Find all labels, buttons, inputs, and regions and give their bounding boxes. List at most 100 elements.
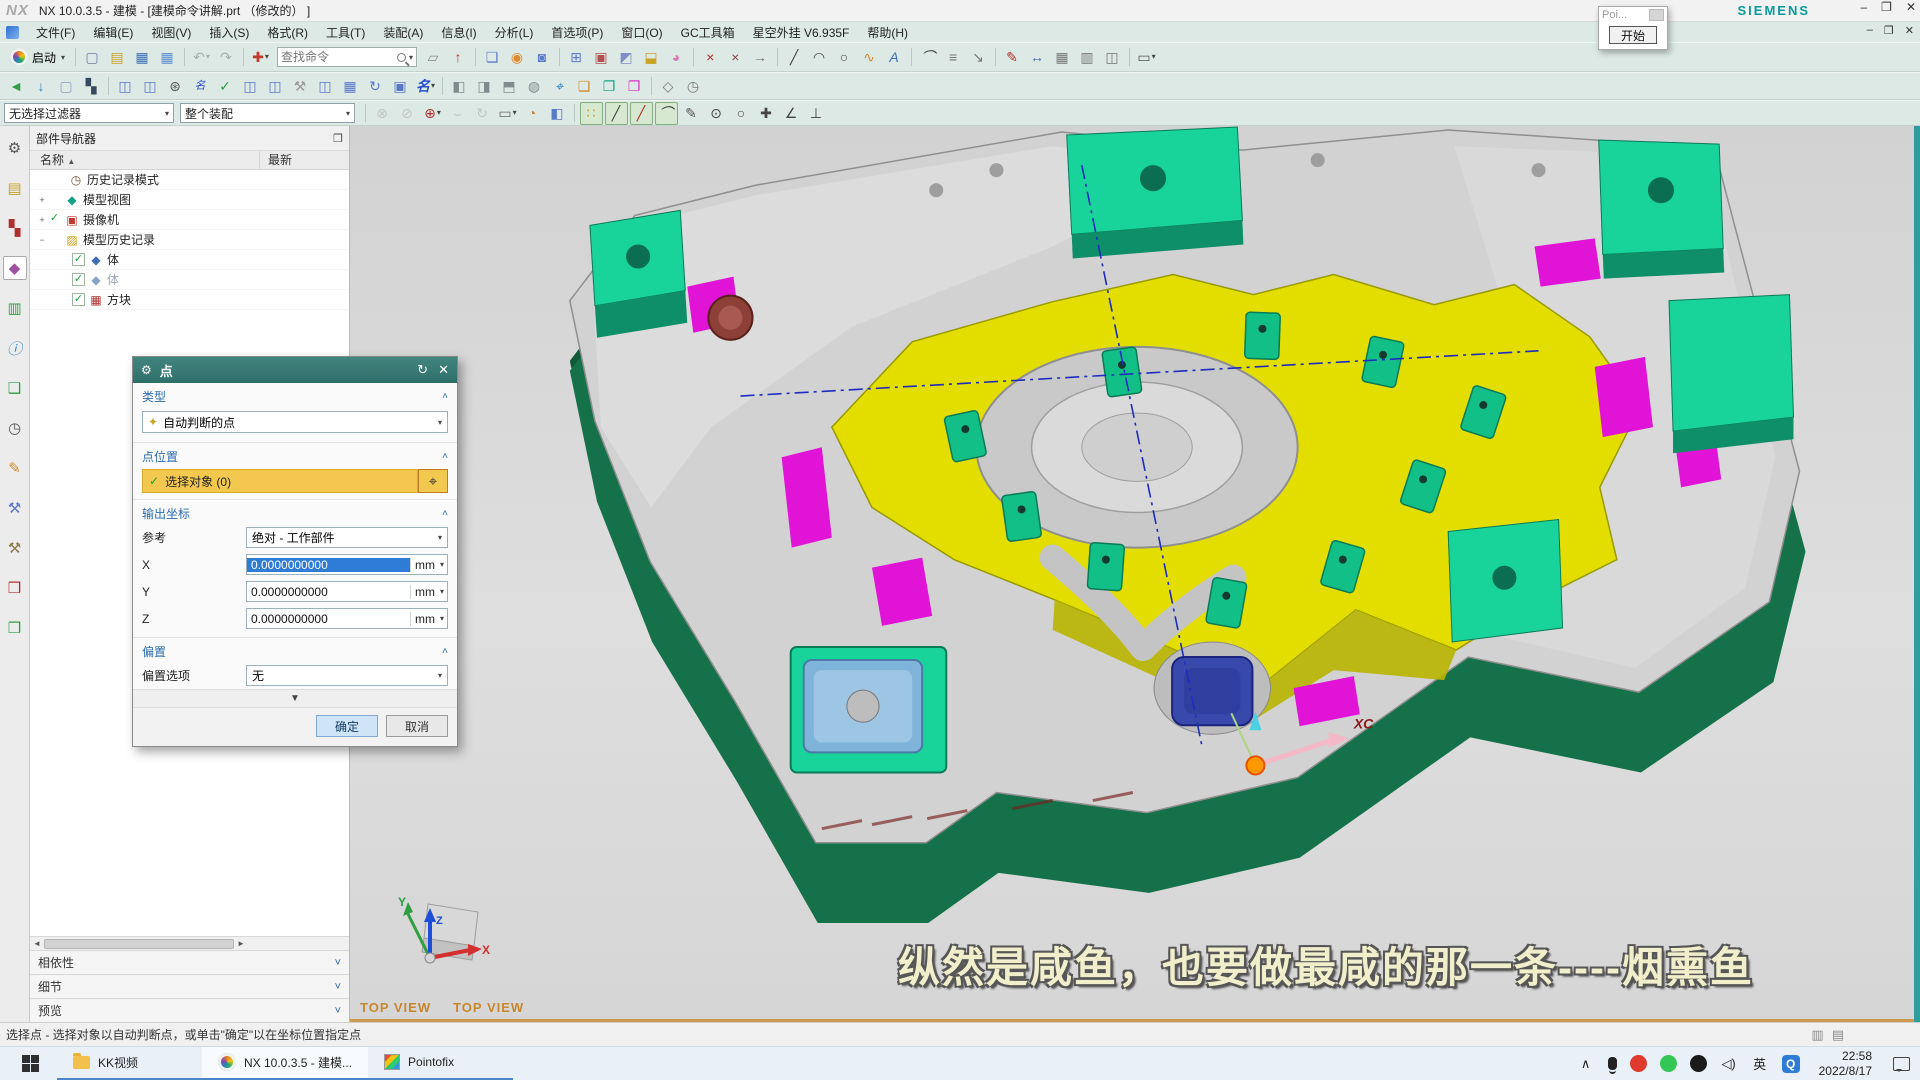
edge-blend-button[interactable]: ◕	[665, 46, 688, 69]
column-latest[interactable]: 最新	[260, 151, 292, 169]
dimension-button[interactable]: ↔	[1026, 46, 1049, 69]
menu-item[interactable]: 窗口(O)	[612, 22, 671, 43]
scrollbar-thumb[interactable]	[44, 939, 234, 949]
ime-icon[interactable]: 英	[1751, 1055, 1769, 1073]
project-curve-button[interactable]: ↘	[967, 46, 990, 69]
mdi-minimize-button[interactable]: –	[1867, 24, 1873, 37]
reuse-library-icon[interactable]: ▥	[3, 296, 27, 320]
section-offset[interactable]: 偏置 ˄	[133, 638, 457, 662]
taskbar-item[interactable]: Pointofix	[368, 1047, 513, 1080]
save-as-button[interactable]: ▦	[156, 46, 179, 69]
dialog-reset-icon[interactable]: ↻	[417, 362, 428, 378]
microphone-icon[interactable]	[1608, 1057, 1617, 1070]
history-clock-button[interactable]: ◷	[682, 75, 705, 98]
scroll-left-icon[interactable]: ◄	[30, 939, 44, 948]
part-navigator-icon[interactable]: ◆	[3, 256, 27, 280]
draft-button[interactable]: ◩	[615, 46, 638, 69]
panel-section[interactable]: 预览 ˅	[30, 998, 349, 1022]
verify-button[interactable]: ✓	[214, 75, 237, 98]
datum-axis-button[interactable]: ↑	[447, 46, 470, 69]
point-dialog-button[interactable]: ✚▾	[249, 46, 272, 69]
open-button[interactable]: ▤	[106, 46, 129, 69]
back-button[interactable]: ◄	[5, 75, 28, 98]
dialog-title-bar[interactable]: ⚙ 点 ↻ ✕	[133, 357, 457, 383]
wave-update-button[interactable]: ↻	[364, 75, 387, 98]
menu-item[interactable]: 编辑(E)	[84, 22, 142, 43]
text-button[interactable]: A	[883, 46, 906, 69]
point-constructor-button[interactable]: ⌖	[418, 469, 448, 493]
menu-item[interactable]: 工具(T)	[317, 22, 374, 43]
menu-item[interactable]: 信息(I)	[432, 22, 485, 43]
offset-option-dropdown[interactable]: 无 ▾	[246, 665, 448, 686]
section-output-coordinates[interactable]: 输出坐标 ˄	[133, 500, 457, 524]
shell-button[interactable]: ⬓	[640, 46, 663, 69]
snap-point-menu-button[interactable]: ⊕▾	[421, 102, 444, 125]
view-section-button[interactable]: ◫	[1101, 46, 1124, 69]
assembly-navigator-icon[interactable]: ▤	[3, 176, 27, 200]
mdi-restore-button[interactable]: ❐	[1884, 24, 1894, 37]
pair-button[interactable]: ▣	[389, 75, 412, 98]
palette-wand-icon[interactable]: ✎	[3, 456, 27, 480]
constraint-navigator-icon[interactable]: ▚	[3, 216, 27, 240]
selection-filter-combo[interactable]: 无选择过滤器 ▾	[4, 103, 174, 123]
tree-row[interactable]: + ✓ ▣ 摄像机	[30, 210, 349, 230]
tree-row[interactable]: ✓ ▦ 方块	[30, 290, 349, 310]
helm-button[interactable]: ⊛	[164, 75, 187, 98]
tree-row[interactable]: − ▨ 模型历史记录	[30, 230, 349, 250]
gear-icon[interactable]: ⚙	[3, 136, 27, 160]
menu-item[interactable]: GC工具箱	[672, 22, 744, 43]
tree-row[interactable]: + ◆ 模型视图	[30, 190, 349, 210]
snap-point-toggle[interactable]: ∷	[580, 102, 603, 125]
qdocs-icon[interactable]: Q	[1782, 1055, 1800, 1073]
menu-item[interactable]: 首选项(P)	[542, 22, 612, 43]
dialog-close-icon[interactable]: ✕	[438, 362, 449, 378]
snap-pole-toggle[interactable]: ✎	[680, 102, 703, 125]
mirror-button[interactable]: ▚	[80, 75, 103, 98]
grid-button[interactable]: ▦	[339, 75, 362, 98]
measure-button[interactable]: ⌖	[548, 75, 571, 98]
snap-center-toggle[interactable]: ⊙	[705, 102, 728, 125]
expand-icon[interactable]: −	[36, 235, 48, 245]
graphics-viewport[interactable]: XC TOP VIEW TOP VIEW X Y Z 纵然是咸鱼，也要做最咸的那…	[350, 126, 1920, 1022]
extend-button[interactable]: →	[749, 46, 772, 69]
menu-item[interactable]: 帮助(H)	[858, 22, 917, 43]
menu-item[interactable]: 星空外挂 V6.935F	[744, 22, 859, 43]
cube-magenta-button[interactable]: ❐	[623, 75, 646, 98]
column-name[interactable]: 名称 ▲	[30, 151, 260, 169]
line-button[interactable]: ╱	[783, 46, 806, 69]
snap-perp-toggle[interactable]: ⊥	[805, 102, 828, 125]
spline-button[interactable]: ∿	[858, 46, 881, 69]
bounding-box-button[interactable]: ▢	[55, 75, 78, 98]
wave-doc-button[interactable]: ◫	[239, 75, 262, 98]
select-rect-button[interactable]: ▭▾	[496, 102, 519, 125]
taskbar-item[interactable]: KK视频	[57, 1047, 202, 1080]
half-shade-button[interactable]: ⬒	[498, 75, 521, 98]
offset-curve-button[interactable]: ≡	[942, 46, 965, 69]
wave-link-button[interactable]: ◫	[114, 75, 137, 98]
cube-teal-button[interactable]: ❐	[598, 75, 621, 98]
cube-orange-button[interactable]: ❏	[573, 75, 596, 98]
shaded-ball-button[interactable]: ◔	[521, 102, 544, 125]
panel-section[interactable]: 细节 ˅	[30, 974, 349, 998]
start-button[interactable]	[22, 1055, 39, 1072]
z-coordinate-field[interactable]: 0.0000000000 mm ▾	[246, 608, 448, 629]
section-point-location[interactable]: 点位置 ˄	[133, 443, 457, 467]
panel-section[interactable]: 相依性 ˅	[30, 950, 349, 974]
menu-item[interactable]: 装配(A)	[374, 22, 432, 43]
redo-button[interactable]: ↷	[215, 46, 238, 69]
expand-icon[interactable]: +	[36, 195, 48, 205]
snap-midpoint-toggle[interactable]: ╱	[630, 102, 653, 125]
name-big-button[interactable]: 名▾	[414, 75, 437, 98]
split-body-button[interactable]: ×	[724, 46, 747, 69]
chevron-down-icon[interactable]: ▾	[440, 587, 444, 596]
ok-button[interactable]: 确定	[316, 715, 378, 737]
scroll-right-icon[interactable]: ►	[234, 939, 248, 948]
volume-icon[interactable]: ◁)	[1720, 1055, 1738, 1073]
tree-row[interactable]: ✓ ◆ 体	[30, 270, 349, 290]
system-materials-icon[interactable]: ⚒	[3, 496, 27, 520]
hole-button[interactable]: ◙	[531, 46, 554, 69]
wave-tools-button[interactable]: ⚒	[289, 75, 312, 98]
menu-item[interactable]: 视图(V)	[142, 22, 200, 43]
checkbox[interactable]: ✓	[48, 213, 61, 226]
pattern-button[interactable]: ▣	[590, 46, 613, 69]
